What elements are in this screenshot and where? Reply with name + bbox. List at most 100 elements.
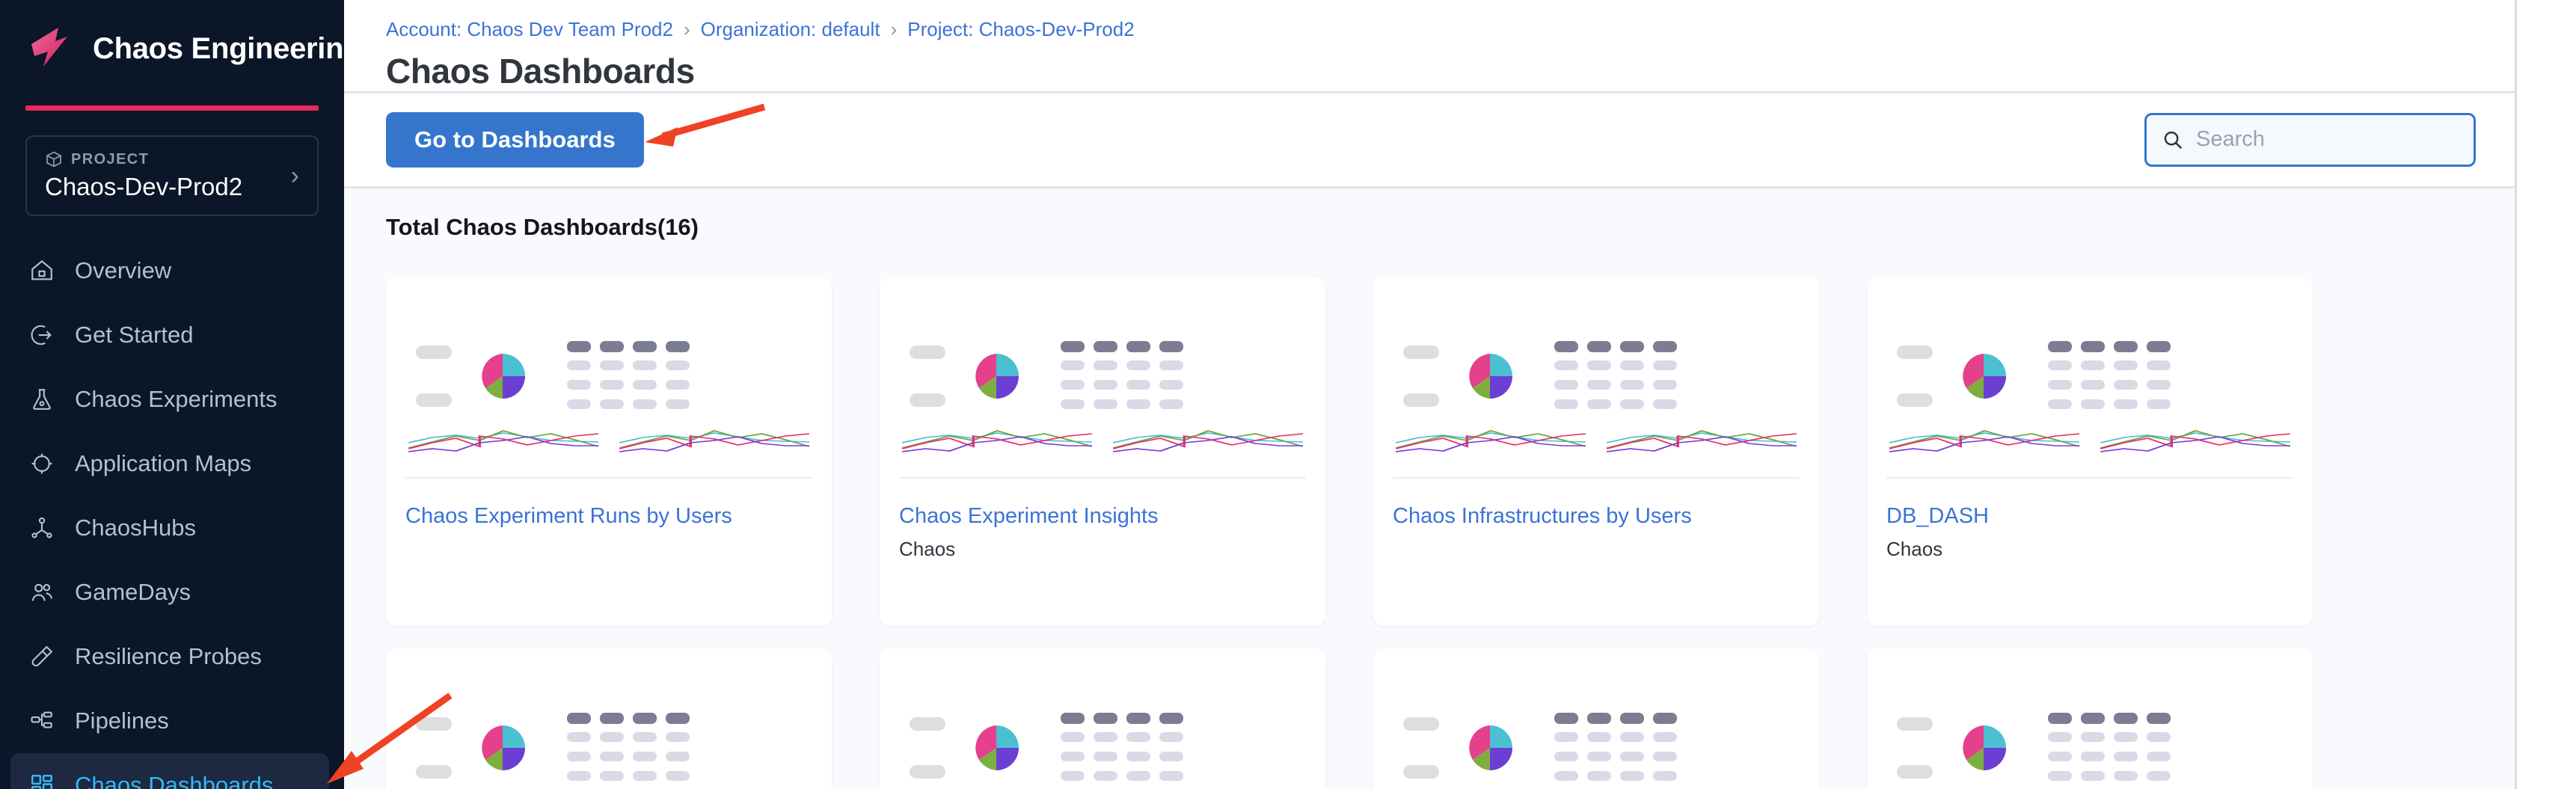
placeholder-table (567, 713, 690, 783)
card-title[interactable]: Chaos Experiment Runs by Users (405, 504, 812, 529)
cube-icon (45, 150, 63, 168)
placeholder-table (2048, 341, 2171, 411)
sidebar: Chaos Engineering PROJECT Chaos-Dev-Prod (0, 0, 344, 789)
test-tube-icon (27, 642, 57, 672)
pie-chart-icon (1466, 724, 1514, 772)
card-title[interactable]: Chaos Experiment Insights (899, 504, 1306, 529)
total-dashboards-label: Total Chaos Dashboards(16) (344, 214, 2515, 241)
go-to-dashboards-button[interactable]: Go to Dashboards (386, 112, 644, 168)
pie-chart-icon (479, 724, 527, 772)
sparkline-charts (899, 426, 1306, 453)
pie-chart-icon (1960, 724, 2008, 772)
pie-chart-icon (479, 352, 527, 400)
sidebar-item-label: Chaos Experiments (75, 386, 277, 413)
target-icon (27, 449, 57, 479)
placeholder-pills (416, 346, 453, 407)
sidebar-item-overview[interactable]: Overview (0, 239, 344, 303)
sparkline-left (1889, 426, 2079, 453)
main-content: Account: Chaos Dev Team Prod2 › Organiza… (344, 0, 2517, 789)
sidebar-item-application-maps[interactable]: Application Maps (0, 432, 344, 496)
pipeline-icon (27, 706, 57, 736)
sidebar-item-gamedays[interactable]: GameDays (0, 560, 344, 624)
pie-chart-icon (1466, 352, 1514, 400)
card-title[interactable]: Chaos Infrastructures by Users (1393, 504, 1800, 529)
search-input[interactable] (2196, 127, 2459, 152)
card-divider (1886, 477, 2293, 479)
dashboard-thumbnail (1886, 277, 2293, 453)
page-title: Chaos Dashboards (386, 51, 2515, 91)
dashboard-card[interactable]: Chaos Infrastructures by Users (1373, 277, 1819, 626)
card-subtitle: Chaos (1886, 538, 2293, 561)
dashboard-card[interactable] (1373, 648, 1819, 789)
sidebar-item-label: Pipelines (75, 707, 169, 734)
sidebar-item-resilience-probes[interactable]: Resilience Probes (0, 624, 344, 689)
sidebar-item-get-started[interactable]: Get Started (0, 303, 344, 367)
card-divider (405, 477, 812, 479)
page-header: Account: Chaos Dev Team Prod2 › Organiza… (344, 0, 2515, 93)
project-label: PROJECT (71, 151, 149, 168)
sparkline-charts (1393, 426, 1800, 453)
pie-chart-icon (1960, 352, 2008, 400)
brand-title: Chaos Engineering (93, 32, 361, 66)
card-title[interactable]: DB_DASH (1886, 504, 2293, 529)
placeholder-table (1554, 341, 1677, 411)
sparkline-right (619, 426, 809, 453)
sidebar-item-pipelines[interactable]: Pipelines (0, 689, 344, 753)
sidebar-item-label: Overview (75, 257, 171, 284)
dashboard-card[interactable]: Chaos Experiment Insights Chaos (880, 277, 1325, 626)
breadcrumb: Account: Chaos Dev Team Prod2 › Organiza… (386, 15, 2515, 43)
dashboard-card[interactable] (1867, 648, 2313, 789)
dashboard-thumbnail (1886, 648, 2293, 782)
app-root: Chaos Engineering PROJECT Chaos-Dev-Prod (0, 0, 2576, 789)
dashboard-thumbnail (405, 648, 812, 782)
sidebar-item-label: Chaos Dashboards (75, 772, 273, 789)
pie-chart-icon (972, 724, 1020, 772)
project-selector[interactable]: PROJECT Chaos-Dev-Prod2 › (25, 135, 319, 216)
dashboards-content: Total Chaos Dashboards(16) (344, 188, 2515, 789)
sidebar-item-label: ChaosHubs (75, 515, 196, 541)
sparkline-left (1396, 426, 1586, 453)
pie-chart-icon (972, 352, 1020, 400)
brand-header: Chaos Engineering (0, 0, 344, 97)
flask-icon (27, 384, 57, 414)
dashboard-card[interactable]: Chaos Experiment Runs by Users (386, 277, 832, 626)
dashboard-thumbnail (1393, 277, 1800, 453)
right-margin (2517, 0, 2576, 789)
dashboard-card[interactable] (386, 648, 832, 789)
sparkline-left (408, 426, 598, 453)
placeholder-pills (1403, 717, 1441, 779)
brand-underline (25, 105, 319, 111)
sparkline-right (2100, 426, 2290, 453)
sidebar-item-chaoshubs[interactable]: ChaosHubs (0, 496, 344, 560)
sidebar-item-chaos-dashboards[interactable]: Chaos Dashboards (10, 753, 329, 789)
dashboard-card-grid: Chaos Experiment Runs by Users (344, 241, 2515, 626)
sidebar-nav: Overview Get Started Chaos Experime (0, 239, 344, 789)
sparkline-right (1113, 426, 1303, 453)
dashboard-thumbnail (405, 277, 812, 453)
toolbar: Go to Dashboards (344, 93, 2515, 188)
breadcrumb-project[interactable]: Project: Chaos-Dev-Prod2 (907, 18, 1134, 41)
search-box[interactable] (2144, 113, 2476, 167)
placeholder-table (1554, 713, 1677, 783)
sidebar-item-label: Get Started (75, 322, 194, 349)
sidebar-item-chaos-experiments[interactable]: Chaos Experiments (0, 367, 344, 432)
breadcrumb-account[interactable]: Account: Chaos Dev Team Prod2 (386, 18, 673, 41)
dashboard-card[interactable]: DB_DASH Chaos (1867, 277, 2313, 626)
breadcrumb-organization[interactable]: Organization: default (701, 18, 880, 41)
sparkline-left (902, 426, 1092, 453)
sparkline-charts (1886, 426, 2293, 453)
harness-logo-icon (25, 23, 76, 74)
chevron-right-icon: › (291, 163, 299, 188)
placeholder-pills (910, 717, 947, 779)
card-subtitle: Chaos (899, 538, 1306, 561)
card-divider (1393, 477, 1800, 479)
placeholder-pills (1897, 346, 1934, 407)
project-name: Chaos-Dev-Prod2 (45, 173, 283, 201)
dashboard-thumbnail (1393, 648, 1800, 782)
breadcrumb-separator-icon: › (891, 18, 898, 41)
arrow-in-circle-icon (27, 320, 57, 350)
dashboard-card[interactable] (880, 648, 1325, 789)
search-icon (2162, 129, 2184, 151)
placeholder-table (567, 341, 690, 411)
dashboard-grid-icon (27, 770, 57, 789)
